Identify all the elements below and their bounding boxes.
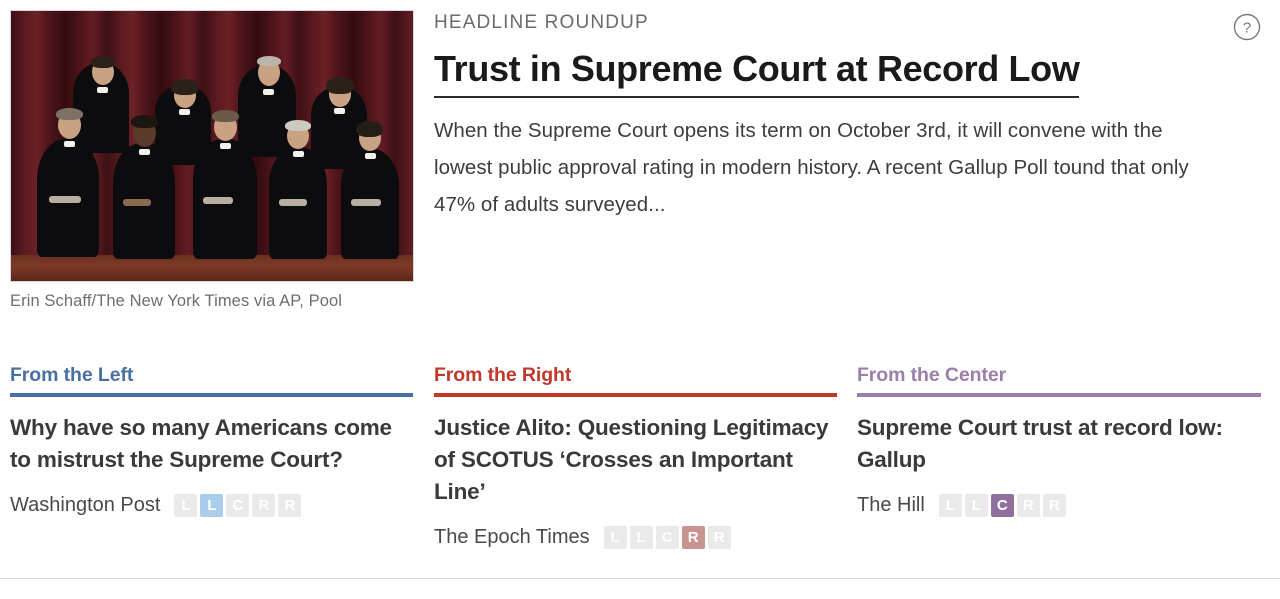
justice-collar [334, 108, 345, 114]
meter-box-r-3: R [681, 525, 705, 549]
meter-box-r-4: R [707, 525, 731, 549]
page-title[interactable]: Trust in Supreme Court at Record Low [434, 47, 1080, 98]
supreme-court-photo[interactable] [10, 10, 414, 282]
source-name: The Hill [857, 494, 925, 516]
justice-collar [220, 143, 231, 149]
column-rule [857, 393, 1261, 397]
photo-credit: Erin Schaff/The New York Times via AP, P… [10, 292, 343, 310]
column-rule [434, 393, 837, 397]
column-heading: From the Left [10, 364, 134, 386]
justice-hair [171, 79, 199, 95]
meter-box-c-2: C [990, 493, 1014, 517]
bias-meter[interactable]: LLCRR [603, 525, 731, 549]
justice-hands [49, 196, 81, 203]
column-from-the-left: From the Left Why have so many Americans… [10, 362, 413, 517]
meter-box-l-1: L [200, 493, 224, 517]
source-name: The Epoch Times [434, 526, 590, 548]
justice-hair [212, 110, 239, 122]
bias-meter[interactable]: LLCRR [938, 493, 1066, 517]
justice-hair [91, 56, 115, 68]
question-mark-circle-icon[interactable]: ? [1232, 12, 1262, 42]
justice-hair [356, 121, 383, 137]
meter-box-l-1: L [629, 525, 653, 549]
justice-collar [97, 87, 108, 93]
column-rule [10, 393, 413, 397]
justice-hands [279, 199, 307, 206]
story-headline[interactable]: Justice Alito: Questioning Legitimacy of… [434, 412, 837, 508]
source-row: The Epoch Times LLCRR [434, 525, 837, 549]
article-summary: When the Supreme Court opens its term on… [434, 119, 1189, 216]
perspective-columns: From the Left Why have so many Americans… [0, 362, 1280, 587]
meter-box-r-4: R [1042, 493, 1066, 517]
justice-collar [179, 109, 190, 115]
story-headline[interactable]: Supreme Court trust at record low: Gallu… [857, 412, 1261, 476]
justice-collar [365, 153, 376, 159]
hero-column: Erin Schaff/The New York Times via AP, P… [10, 10, 414, 313]
column-from-the-right: From the Right Justice Alito: Questionin… [434, 362, 837, 549]
svg-text:?: ? [1243, 20, 1251, 37]
justice-hair [56, 108, 83, 120]
meter-box-r-4: R [278, 493, 302, 517]
story-headline[interactable]: Why have so many Americans come to mistr… [10, 412, 413, 476]
meter-box-l-0: L [938, 493, 962, 517]
article-hero-section: Erin Schaff/The New York Times via AP, P… [0, 0, 1280, 352]
justice-hair [131, 115, 158, 128]
kicker-label: HEADLINE ROUNDUP [434, 12, 649, 33]
source-name: Washington Post [10, 494, 161, 516]
justice-hair [285, 120, 311, 131]
bottom-divider [0, 578, 1280, 579]
headline-roundup-card: Erin Schaff/The New York Times via AP, P… [0, 0, 1280, 599]
column-heading: From the Center [857, 364, 1007, 386]
justice-collar [139, 149, 150, 155]
justice-hands [123, 199, 151, 206]
meter-box-l-1: L [964, 493, 988, 517]
justice-collar [263, 89, 274, 95]
bias-meter[interactable]: LLCRR [174, 493, 302, 517]
article-column: HEADLINE ROUNDUP Trust in Supreme Court … [434, 10, 1224, 223]
source-row: Washington Post LLCRR [10, 493, 413, 517]
meter-box-r-3: R [252, 493, 276, 517]
meter-box-c-2: C [226, 493, 250, 517]
meter-box-l-0: L [174, 493, 198, 517]
justice-hands [203, 197, 233, 204]
justice-hair [326, 77, 354, 94]
justice-collar [293, 151, 304, 157]
source-row: The Hill LLCRR [857, 493, 1261, 517]
meter-box-r-3: R [1016, 493, 1040, 517]
column-heading: From the Right [434, 364, 572, 386]
justice-hair [257, 56, 281, 66]
meter-box-l-0: L [603, 525, 627, 549]
justice-hands [351, 199, 381, 206]
meter-box-c-2: C [655, 525, 679, 549]
justice-collar [64, 141, 75, 147]
column-from-the-center: From the Center Supreme Court trust at r… [857, 362, 1261, 517]
